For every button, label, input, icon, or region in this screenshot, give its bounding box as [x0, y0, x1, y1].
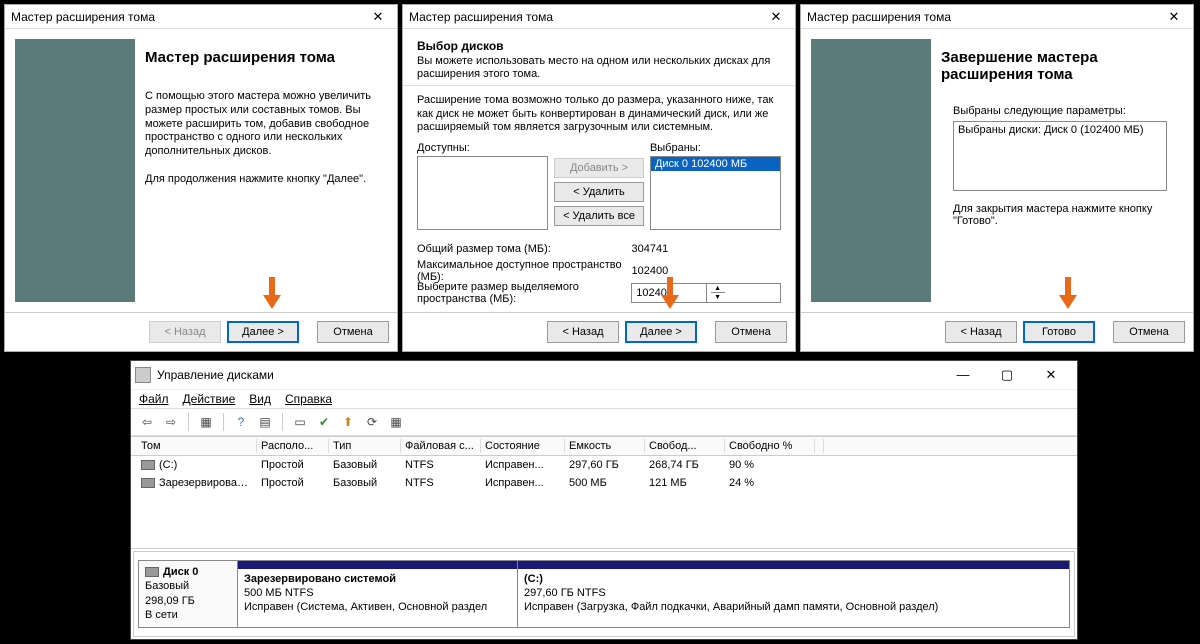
table-row[interactable]: Зарезервировано... Простой Базовый NTFS … [131, 474, 1077, 492]
table-row[interactable]: (C:) Простой Базовый NTFS Исправен... 29… [131, 456, 1077, 474]
selected-item[interactable]: Диск 0 102400 МБ [651, 157, 780, 171]
disk-info[interactable]: Диск 0 Базовый 298,09 ГБ В сети [138, 560, 238, 628]
summary-listbox[interactable]: Выбраны диски: Диск 0 (102400 МБ) [953, 121, 1167, 191]
grid-icon[interactable]: ▦ [386, 412, 406, 432]
max-space-value: 102400 [627, 262, 781, 280]
next-button[interactable]: Далее > [625, 321, 697, 343]
total-size-label: Общий размер тома (МБ): [417, 243, 627, 255]
add-button: Добавить > [554, 158, 644, 178]
finish-button[interactable]: Готово [1023, 321, 1095, 343]
wizard-paragraph: С помощью этого мастера можно увеличить … [145, 90, 383, 159]
available-listbox[interactable] [417, 156, 548, 230]
total-size-value: 304741 [627, 240, 781, 258]
col-volume[interactable]: Том [137, 439, 257, 453]
window-title: Мастер расширения тома [807, 10, 1161, 24]
selected-listbox[interactable]: Диск 0 102400 МБ [650, 156, 781, 230]
partition[interactable]: Зарезервировано системой 500 МБ NTFS Исп… [238, 561, 518, 627]
toolbar: ⇦ ⇨ ▦ ? ▤ ▭ ✔ ⬆ ⟳ ▦ [131, 408, 1077, 436]
wizard-banner [811, 39, 931, 302]
spinner[interactable]: ▲▼ [706, 284, 780, 302]
cancel-button[interactable]: Отмена [715, 321, 787, 343]
cancel-button[interactable]: Отмена [317, 321, 389, 343]
close-icon[interactable]: ✕ [1161, 7, 1187, 27]
help-icon[interactable]: ? [231, 412, 251, 432]
disk-management-window: Управление дисками — ▢ ✕ Файл Действие В… [130, 360, 1078, 640]
check-icon[interactable]: ✔ [314, 412, 334, 432]
view-icon[interactable]: ▦ [196, 412, 216, 432]
titlebar: Мастер расширения тома ✕ [403, 5, 795, 29]
max-space-label: Максимальное доступное пространство (МБ)… [417, 259, 627, 283]
col-free[interactable]: Свобод... [645, 439, 725, 453]
disk-graphic: Диск 0 Базовый 298,09 ГБ В сети Зарезерв… [133, 551, 1075, 637]
partition[interactable]: (C:) 297,60 ГБ NTFS Исправен (Загрузка, … [518, 561, 1069, 627]
maximize-icon[interactable]: ▢ [985, 363, 1029, 387]
note-text: Расширение тома возможно только до разме… [417, 94, 781, 134]
pointer-arrow [661, 277, 679, 313]
cancel-button[interactable]: Отмена [1113, 321, 1185, 343]
forward-icon[interactable]: ⇨ [161, 412, 181, 432]
close-icon[interactable]: ✕ [1029, 363, 1073, 387]
window-title: Мастер расширения тома [409, 10, 763, 24]
next-button[interactable]: Далее > [227, 321, 299, 343]
menu-file[interactable]: Файл [139, 392, 169, 406]
minimize-icon[interactable]: — [941, 363, 985, 387]
page-subheading: Вы можете использовать место на одном ил… [417, 55, 781, 81]
disk-icon [145, 567, 159, 577]
col-status[interactable]: Состояние [481, 439, 565, 453]
menu-bar[interactable]: Файл Действие Вид Справка [131, 389, 1077, 408]
wizard-heading: Завершение мастера расширения тома [941, 49, 1179, 83]
dm-titlebar: Управление дисками — ▢ ✕ [131, 361, 1077, 389]
col-cap[interactable]: Емкость [565, 439, 645, 453]
pointer-arrow [1059, 277, 1077, 313]
disk-icon [141, 478, 155, 488]
wizard-banner [15, 39, 135, 302]
back-button: < Назад [149, 321, 221, 343]
dm-title: Управление дисками [157, 368, 941, 382]
col-pct[interactable]: Свободно % [725, 439, 815, 453]
back-icon[interactable]: ⇦ [137, 412, 157, 432]
list-icon[interactable]: ▤ [255, 412, 275, 432]
close-icon[interactable]: ✕ [763, 7, 789, 27]
closing-text: Для закрытия мастера нажмите кнопку "Гот… [953, 203, 1167, 227]
wizard-heading: Мастер расширения тома [145, 49, 383, 66]
table-header: Том Располо... Тип Файловая с... Состоян… [131, 436, 1077, 456]
wizard-3: Мастер расширения тома ✕ Завершение маст… [800, 4, 1194, 352]
summary-line: Выбраны диски: Диск 0 (102400 МБ) [958, 124, 1144, 136]
refresh-icon[interactable]: ⟳ [362, 412, 382, 432]
back-button[interactable]: < Назад [547, 321, 619, 343]
back-button[interactable]: < Назад [945, 321, 1017, 343]
wizard-1: Мастер расширения тома ✕ Мастер расширен… [4, 4, 398, 352]
pointer-arrow [263, 277, 281, 313]
choose-size-input[interactable]: 102400 ▲▼ [631, 283, 781, 303]
col-fs[interactable]: Файловая с... [401, 439, 481, 453]
volumes-table: Том Располо... Тип Файловая с... Состоян… [131, 436, 1077, 549]
page-heading: Выбор дисков [417, 39, 781, 53]
disk-icon [141, 460, 155, 470]
titlebar: Мастер расширения тома ✕ [801, 5, 1193, 29]
close-icon[interactable]: ✕ [365, 7, 391, 27]
choose-size-label: Выберите размер выделяемого пространства… [417, 281, 631, 305]
available-label: Доступны: [417, 142, 548, 154]
props-icon[interactable]: ▭ [290, 412, 310, 432]
selected-label: Выбраны: [650, 142, 781, 154]
menu-action[interactable]: Действие [183, 392, 236, 406]
menu-help[interactable]: Справка [285, 392, 332, 406]
col-layout[interactable]: Располо... [257, 439, 329, 453]
remove-button[interactable]: < Удалить [554, 182, 644, 202]
titlebar: Мастер расширения тома ✕ [5, 5, 397, 29]
window-title: Мастер расширения тома [11, 10, 365, 24]
up-icon[interactable]: ⬆ [338, 412, 358, 432]
wizard-2: Мастер расширения тома ✕ Выбор дисков Вы… [402, 4, 796, 352]
remove-all-button[interactable]: < Удалить все [554, 206, 644, 226]
params-label: Выбраны следующие параметры: [953, 105, 1167, 117]
wizard-paragraph: Для продолжения нажмите кнопку "Далее". [145, 173, 383, 187]
app-icon [135, 367, 151, 383]
col-type[interactable]: Тип [329, 439, 401, 453]
menu-view[interactable]: Вид [249, 392, 271, 406]
